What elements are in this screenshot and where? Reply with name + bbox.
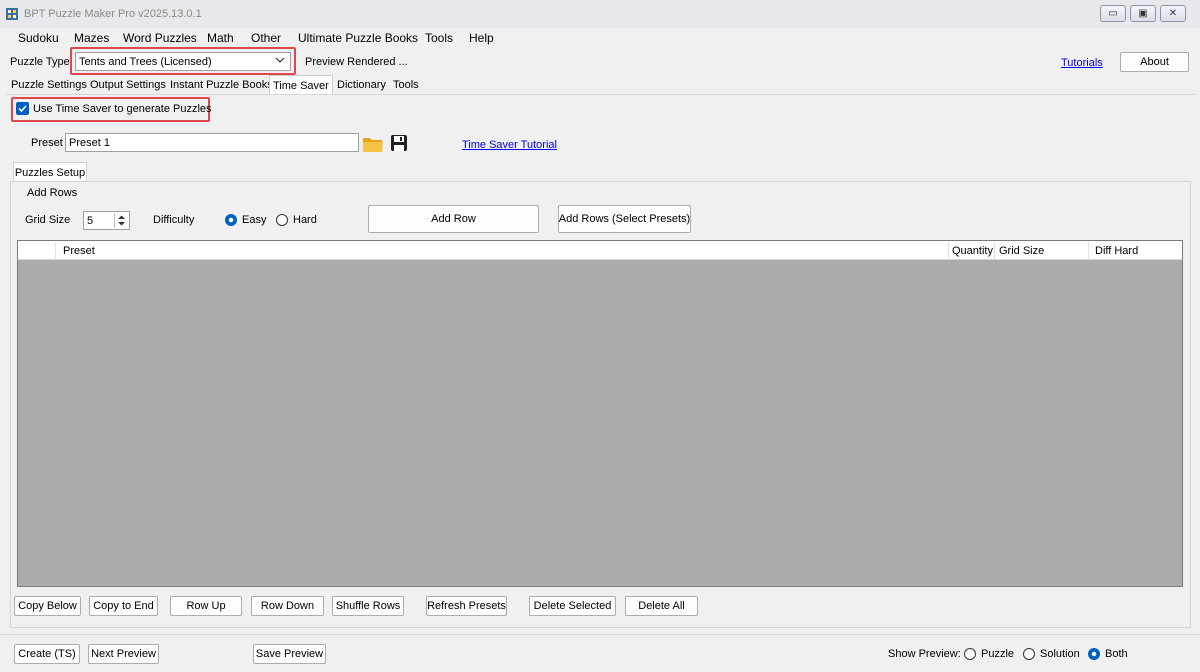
- presets-grid[interactable]: [17, 240, 1183, 587]
- preset-value: Preset 1: [69, 136, 110, 149]
- close-button[interactable]: ✕: [1160, 5, 1186, 22]
- save-preview-button[interactable]: Save Preview: [253, 644, 326, 664]
- window-title: BPT Puzzle Maker Pro v2025.13.0.1: [24, 8, 202, 20]
- save-icon: [391, 135, 407, 151]
- menu-math[interactable]: Math: [207, 31, 234, 45]
- close-icon: ✕: [1168, 8, 1178, 19]
- column-header-quantity[interactable]: Quantity: [952, 245, 993, 257]
- menu-sudoku[interactable]: Sudoku: [18, 31, 59, 45]
- next-preview-button[interactable]: Next Preview: [88, 644, 159, 664]
- tab-output-settings[interactable]: Output Settings: [87, 77, 169, 93]
- difficulty-hard-label: Hard: [293, 214, 317, 226]
- preset-label: Preset: [31, 137, 63, 149]
- preview-solution-radio[interactable]: [1023, 648, 1035, 660]
- preview-solution-label: Solution: [1040, 648, 1080, 660]
- restore-button[interactable]: ▣: [1130, 5, 1156, 22]
- use-time-saver-checkbox[interactable]: [16, 102, 29, 115]
- difficulty-label: Difficulty: [153, 214, 195, 226]
- show-preview-label: Show Preview:: [888, 648, 961, 660]
- row-down-button[interactable]: Row Down: [251, 596, 324, 616]
- save-preset-button[interactable]: [389, 133, 409, 153]
- restore-icon: ▣: [1138, 8, 1148, 19]
- column-header-preset[interactable]: Preset: [63, 245, 95, 257]
- minimize-icon: ▭: [1108, 8, 1118, 19]
- puzzle-type-value: Tents and Trees (Licensed): [79, 55, 212, 68]
- spinner-arrows-icon[interactable]: [114, 213, 128, 228]
- shuffle-rows-button[interactable]: Shuffle Rows: [332, 596, 404, 616]
- preview-puzzle-label: Puzzle: [981, 648, 1015, 660]
- tutorials-link[interactable]: Tutorials: [1061, 57, 1103, 69]
- about-button[interactable]: About: [1120, 52, 1189, 72]
- add-rows-group-label: Add Rows: [25, 187, 80, 199]
- add-row-button[interactable]: Add Row: [368, 205, 539, 233]
- refresh-presets-button[interactable]: Refresh Presets: [426, 596, 507, 616]
- preset-input[interactable]: Preset 1: [65, 133, 359, 152]
- difficulty-hard-radio[interactable]: [276, 214, 288, 226]
- menu-mazes[interactable]: Mazes: [74, 31, 109, 45]
- copy-below-button[interactable]: Copy Below: [14, 596, 81, 616]
- difficulty-easy-radio[interactable]: [225, 214, 237, 226]
- menu-ultimate-puzzle-books[interactable]: Ultimate Puzzle Books: [298, 31, 418, 45]
- menu-tools[interactable]: Tools: [425, 31, 453, 45]
- time-saver-tutorial-link[interactable]: Time Saver Tutorial: [462, 139, 557, 151]
- tab-strip-divider: [6, 94, 1196, 95]
- menu-help[interactable]: Help: [469, 31, 494, 45]
- grid-column-separator: [994, 242, 995, 259]
- difficulty-easy-label: Easy: [242, 214, 267, 226]
- chevron-down-icon: [275, 55, 285, 68]
- column-header-diff-hard[interactable]: Diff Hard: [1095, 245, 1138, 257]
- preview-both-label: Both: [1105, 648, 1128, 660]
- checkmark-icon: [18, 105, 27, 113]
- delete-selected-button[interactable]: Delete Selected: [529, 596, 616, 616]
- tab-time-saver[interactable]: Time Saver: [269, 75, 333, 95]
- menu-word-puzzles[interactable]: Word Puzzles: [123, 31, 197, 45]
- tab-instant-puzzle-books[interactable]: Instant Puzzle Books: [167, 77, 276, 93]
- add-rows-select-presets-button[interactable]: Add Rows (Select Presets): [558, 205, 691, 233]
- tab-puzzles-setup[interactable]: Puzzles Setup: [13, 162, 87, 182]
- puzzle-type-label: Puzzle Type: [10, 56, 70, 68]
- row-up-button[interactable]: Row Up: [170, 596, 242, 616]
- copy-to-end-button[interactable]: Copy to End: [89, 596, 158, 616]
- use-time-saver-label: Use Time Saver to generate Puzzles: [33, 103, 212, 115]
- puzzle-type-select[interactable]: Tents and Trees (Licensed): [75, 52, 291, 71]
- minimize-button[interactable]: ▭: [1100, 5, 1126, 22]
- grid-column-separator: [1088, 242, 1089, 259]
- preview-both-radio[interactable]: [1088, 648, 1100, 660]
- tab-puzzle-settings[interactable]: Puzzle Settings: [8, 77, 90, 93]
- open-preset-button[interactable]: [362, 133, 384, 154]
- column-header-grid-size[interactable]: Grid Size: [999, 245, 1044, 257]
- tab-tools[interactable]: Tools: [390, 77, 422, 93]
- grid-column-separator: [55, 242, 56, 259]
- grid-size-label: Grid Size: [25, 214, 71, 226]
- app-icon: [5, 7, 19, 21]
- create-ts-button[interactable]: Create (TS): [14, 644, 80, 664]
- delete-all-button[interactable]: Delete All: [625, 596, 698, 616]
- preview-puzzle-radio[interactable]: [964, 648, 976, 660]
- tab-dictionary[interactable]: Dictionary: [334, 77, 389, 93]
- bottom-divider: [0, 634, 1200, 635]
- preview-status: Preview Rendered ...: [305, 56, 408, 68]
- grid-size-value: 5: [87, 214, 94, 227]
- grid-column-separator: [948, 242, 949, 259]
- menu-other[interactable]: Other: [251, 31, 281, 45]
- grid-size-stepper[interactable]: 5: [83, 211, 130, 230]
- folder-icon: [363, 138, 383, 152]
